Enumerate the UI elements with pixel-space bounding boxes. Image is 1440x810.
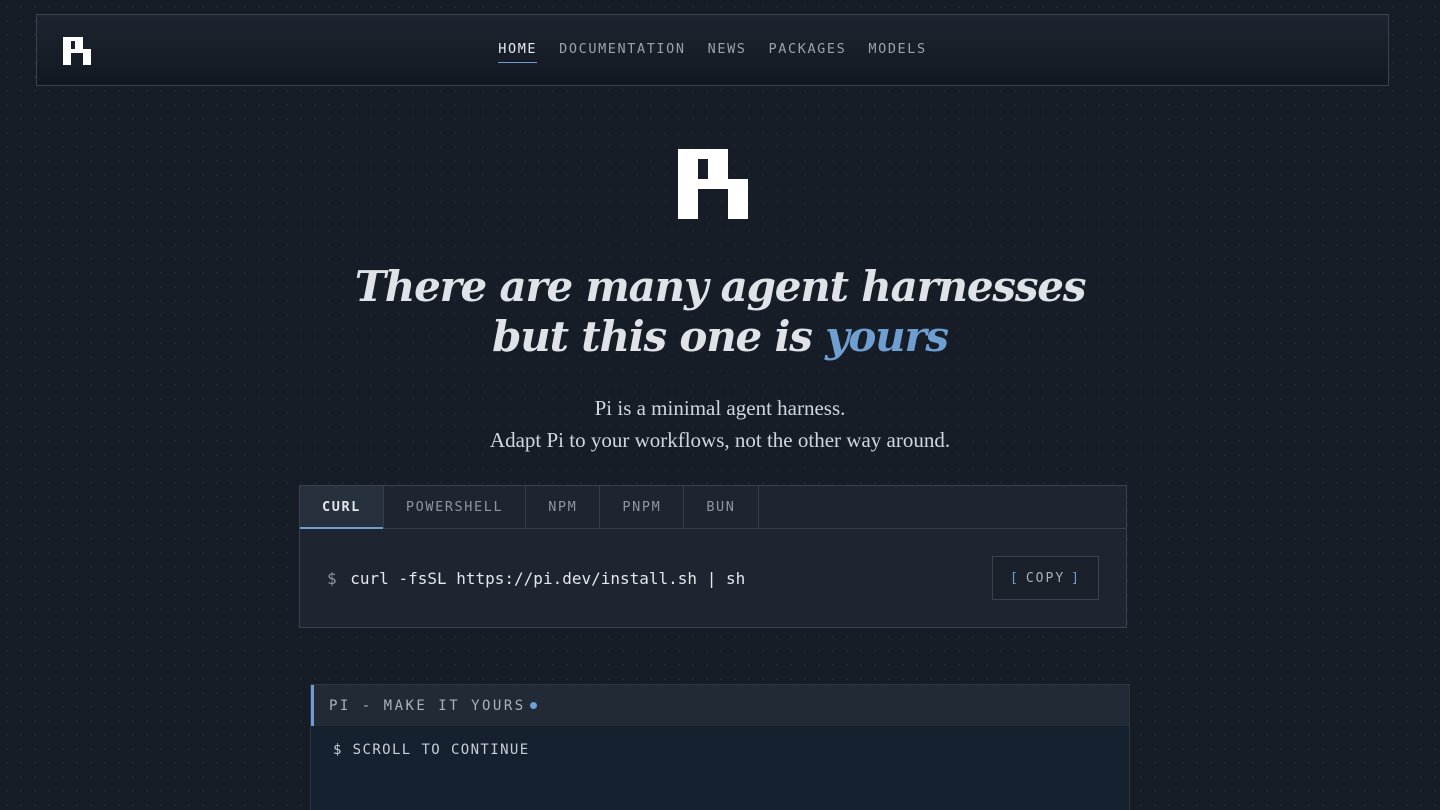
tab-powershell[interactable]: POWERSHELL (384, 486, 527, 529)
tab-bun[interactable]: BUN (684, 486, 759, 529)
nav-link-documentation[interactable]: DOCUMENTATION (559, 41, 685, 63)
headline-accent-word: yours (825, 312, 949, 361)
subtitle-line-2: Adapt Pi to your workflows, not the othe… (489, 428, 951, 452)
terminal-header: PI - MAKE IT YOURS (311, 685, 1129, 726)
terminal-body: $ SCROLL TO CONTINUE (311, 726, 1129, 774)
install-tabs: CURL POWERSHELL NPM PNPM BUN (300, 486, 1126, 529)
terminal-title: PI - MAKE IT YOURS (329, 697, 526, 714)
tab-curl[interactable]: CURL (300, 486, 384, 529)
hero-subtitle: Pi is a minimal agent harness. Adapt Pi … (0, 392, 1440, 456)
install-command[interactable]: $ curl -fsSL https://pi.dev/install.sh |… (327, 569, 745, 588)
hero-pi-logo-icon (678, 149, 748, 219)
nav-links: HOME DOCUMENTATION NEWS PACKAGES MODELS (37, 41, 1388, 63)
command-prompt: $ (327, 569, 337, 588)
copy-button[interactable]: [ COPY ] (992, 556, 1099, 600)
tab-pnpm[interactable]: PNPM (600, 486, 685, 529)
terminal-line: $ SCROLL TO CONTINUE (333, 742, 530, 758)
headline-line-2-prefix: but this one is (492, 312, 826, 361)
nav-link-models[interactable]: MODELS (868, 41, 926, 63)
copy-bracket-close: ] (1071, 570, 1081, 586)
subtitle-line-1: Pi is a minimal agent harness. (594, 396, 846, 420)
copy-label: COPY (1025, 570, 1066, 586)
top-navigation: HOME DOCUMENTATION NEWS PACKAGES MODELS (36, 14, 1389, 86)
nav-link-packages[interactable]: PACKAGES (769, 41, 847, 63)
tab-npm[interactable]: NPM (526, 486, 601, 529)
nav-link-news[interactable]: NEWS (708, 41, 747, 63)
nav-link-home[interactable]: HOME (498, 41, 538, 63)
status-dot-icon (529, 702, 537, 709)
install-card: CURL POWERSHELL NPM PNPM BUN $ curl -fsS… (299, 485, 1127, 628)
headline-line-1: There are many agent harnesses (354, 262, 1087, 311)
copy-bracket-open: [ (1010, 570, 1020, 586)
command-text: curl -fsSL https://pi.dev/install.sh | s… (350, 569, 746, 588)
hero-headline: There are many agent harnesses but this … (0, 262, 1440, 362)
demo-terminal: PI - MAKE IT YOURS $ SCROLL TO CONTINUE (310, 684, 1130, 810)
